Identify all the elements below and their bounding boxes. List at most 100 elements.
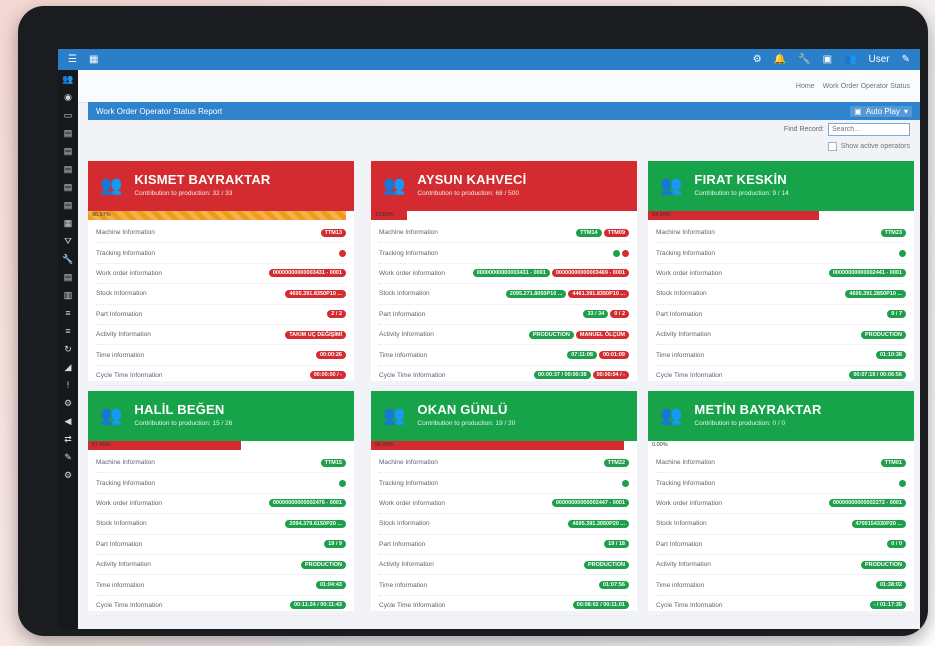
workorder-badge[interactable]: 00000000000002476 - 0001: [268, 499, 346, 508]
machine-badge[interactable]: TTM01: [880, 458, 906, 467]
cycle-badge[interactable]: 00:07:19 / 00:06:56: [849, 371, 906, 380]
table-icon[interactable]: ▥: [64, 290, 73, 300]
refresh-icon[interactable]: ↻: [64, 344, 72, 354]
activity-badge[interactable]: PRODUCTION: [861, 560, 906, 569]
cycle-badge[interactable]: 00:00:04 / -: [592, 371, 629, 380]
time-badge[interactable]: 01:38:02: [875, 581, 906, 590]
part-badge[interactable]: 0 / 0: [887, 540, 906, 549]
part-badge[interactable]: 2 / 2: [327, 310, 346, 319]
stock-badge[interactable]: 4700154330P20 ...: [851, 519, 906, 528]
users-icon[interactable]: 👥: [844, 54, 856, 65]
operator-name: OKAN GÜNLÜ: [417, 402, 508, 417]
monitor-icon[interactable]: ▭: [64, 110, 73, 120]
info-row: Machine Information TTM22: [379, 453, 629, 474]
operator-card[interactable]: 👥 FIRAT KESKİN Contribution to productio…: [648, 161, 914, 387]
part-badge[interactable]: 33 / 34: [583, 310, 609, 319]
dashboard-icon[interactable]: ◉: [64, 92, 72, 102]
machine-badge[interactable]: TTM22: [603, 458, 629, 467]
stock-badge[interactable]: 4695.391.8350P10 ...: [285, 289, 346, 298]
gear-icon[interactable]: ⚙: [64, 470, 72, 480]
calendar-icon[interactable]: ▦: [64, 218, 73, 228]
pen-icon[interactable]: ✎: [902, 54, 910, 65]
cycle-badge[interactable]: 00:00:37 / 00:00:38: [533, 371, 591, 380]
stock-badge[interactable]: 4695.391.2850P10 ...: [845, 289, 906, 298]
machine-badge[interactable]: TTM13: [320, 228, 346, 237]
list-icon[interactable]: ≡: [65, 326, 70, 336]
activity-badge[interactable]: PRODUCTION: [584, 560, 629, 569]
part-badge[interactable]: 0 / 2: [610, 310, 629, 319]
workorder-badge[interactable]: 00000000000002447 - 0001: [551, 499, 629, 508]
machine-badge[interactable]: TTM23: [880, 228, 906, 237]
part-badge[interactable]: 9 / 7: [887, 310, 906, 319]
document-icon[interactable]: ▤: [64, 272, 73, 282]
document-icon[interactable]: ▤: [64, 182, 73, 192]
list-icon[interactable]: ≡: [65, 308, 70, 318]
info-row: Machine Information TTM15: [96, 453, 346, 474]
user-menu-label[interactable]: User: [868, 54, 889, 65]
cycle-badge[interactable]: 00:08:02 / 00:11:01: [572, 601, 629, 610]
menu-icon[interactable]: ☰: [68, 54, 77, 65]
time-badge[interactable]: 01:07:56: [598, 581, 629, 590]
workorder-badge[interactable]: 00000000000002441 - 0001: [828, 269, 906, 278]
info-label: Tracking Information: [96, 249, 156, 257]
time-badge[interactable]: 01:04:43: [315, 581, 346, 590]
info-label: Part Information: [96, 310, 143, 318]
document-icon[interactable]: ▤: [64, 200, 73, 210]
stock-badge[interactable]: 2094.379.6150P20 ...: [285, 519, 346, 528]
info-label: Work order information: [656, 269, 722, 277]
workorder-badge[interactable]: 00000000000002272 - 0001: [828, 499, 906, 508]
machine-badge[interactable]: TTM15: [320, 458, 346, 467]
activity-badge[interactable]: PRODUCTION: [861, 330, 906, 339]
breadcrumb-home[interactable]: Home: [796, 83, 815, 90]
time-badge[interactable]: 01:10:38: [875, 351, 906, 360]
find-record-label: Find Record:: [783, 126, 824, 133]
grid-icon[interactable]: ▦: [89, 54, 98, 65]
document-icon[interactable]: ▤: [64, 146, 73, 156]
filter-icon[interactable]: ⛛: [64, 236, 72, 246]
stock-badge[interactable]: 2095.271.8050P10 ...: [505, 289, 567, 298]
stock-badge[interactable]: 4695.391.3050P20 ...: [568, 519, 629, 528]
show-active-checkbox[interactable]: [827, 142, 837, 151]
time-badge[interactable]: 00:00:26: [315, 351, 346, 360]
document-icon[interactable]: ▤: [64, 128, 73, 138]
users-icon[interactable]: 👥: [62, 74, 73, 84]
workorder-badge[interactable]: 00000000000003431 - 0001: [268, 269, 346, 278]
auto-play-button[interactable]: ▣ Auto Play ▾: [850, 105, 912, 117]
wrench-icon[interactable]: 🔧: [798, 54, 810, 65]
machine-badge[interactable]: TTM09: [603, 228, 629, 237]
activity-badge[interactable]: PRODUCTION: [301, 560, 346, 569]
settings-icon[interactable]: ⚙: [753, 54, 762, 65]
progress-bar: 0.00%: [648, 441, 914, 450]
operator-card[interactable]: 👥 OKAN GÜNLÜ Contribution to production:…: [371, 391, 637, 617]
activity-badge[interactable]: TAKIM UÇ DEĞİŞİMİ: [285, 330, 346, 339]
chart-icon[interactable]: ◢: [65, 362, 72, 372]
show-active-toggle[interactable]: Show active operators: [827, 142, 910, 151]
notification-icon[interactable]: 🔔: [774, 54, 786, 65]
cycle-badge[interactable]: 00:11:24 / 00:11:43: [289, 601, 346, 610]
pen-icon[interactable]: ✎: [64, 452, 72, 462]
operator-card[interactable]: 👥 AYSUN KAHVECİ Contribution to producti…: [371, 161, 637, 387]
document-icon[interactable]: ▤: [64, 164, 73, 174]
arrow-icon[interactable]: ◀: [65, 416, 72, 426]
wrench-icon[interactable]: 🔧: [62, 254, 73, 264]
alert-icon[interactable]: !: [67, 380, 70, 390]
window-icon[interactable]: ▣: [823, 54, 832, 65]
time-badge[interactable]: 00:01:09: [598, 351, 629, 360]
activity-badge[interactable]: PRODUCTION: [528, 330, 574, 339]
gear-icon[interactable]: ⚙: [64, 398, 72, 408]
cycle-badge[interactable]: - / 01:17:35: [869, 601, 906, 610]
part-badge[interactable]: 19 / 18: [604, 540, 629, 549]
workorder-badge[interactable]: 00000000000003469 - 0001: [551, 269, 629, 278]
stock-badge[interactable]: 4461.391.8350P10 ...: [568, 289, 629, 298]
search-input[interactable]: [828, 123, 910, 136]
operator-card[interactable]: 👥 KISMET BAYRAKTAR Contribution to produ…: [88, 161, 354, 387]
workorder-badge[interactable]: 00000000000003431 - 0001: [472, 269, 550, 278]
operator-card[interactable]: 👥 HALİL BEĞEN Contribution to production…: [88, 391, 354, 617]
machine-badge[interactable]: TTM14: [576, 228, 602, 237]
part-badge[interactable]: 19 / 9: [324, 540, 346, 549]
link-icon[interactable]: ⇄: [64, 434, 72, 444]
cycle-badge[interactable]: 00:00:00 / -: [309, 371, 346, 380]
activity-badge[interactable]: MANUEL ÖLÇÜM: [575, 330, 629, 339]
operator-card[interactable]: 👥 METİN BAYRAKTAR Contribution to produc…: [648, 391, 914, 617]
time-badge[interactable]: 07:11:08: [567, 351, 597, 360]
